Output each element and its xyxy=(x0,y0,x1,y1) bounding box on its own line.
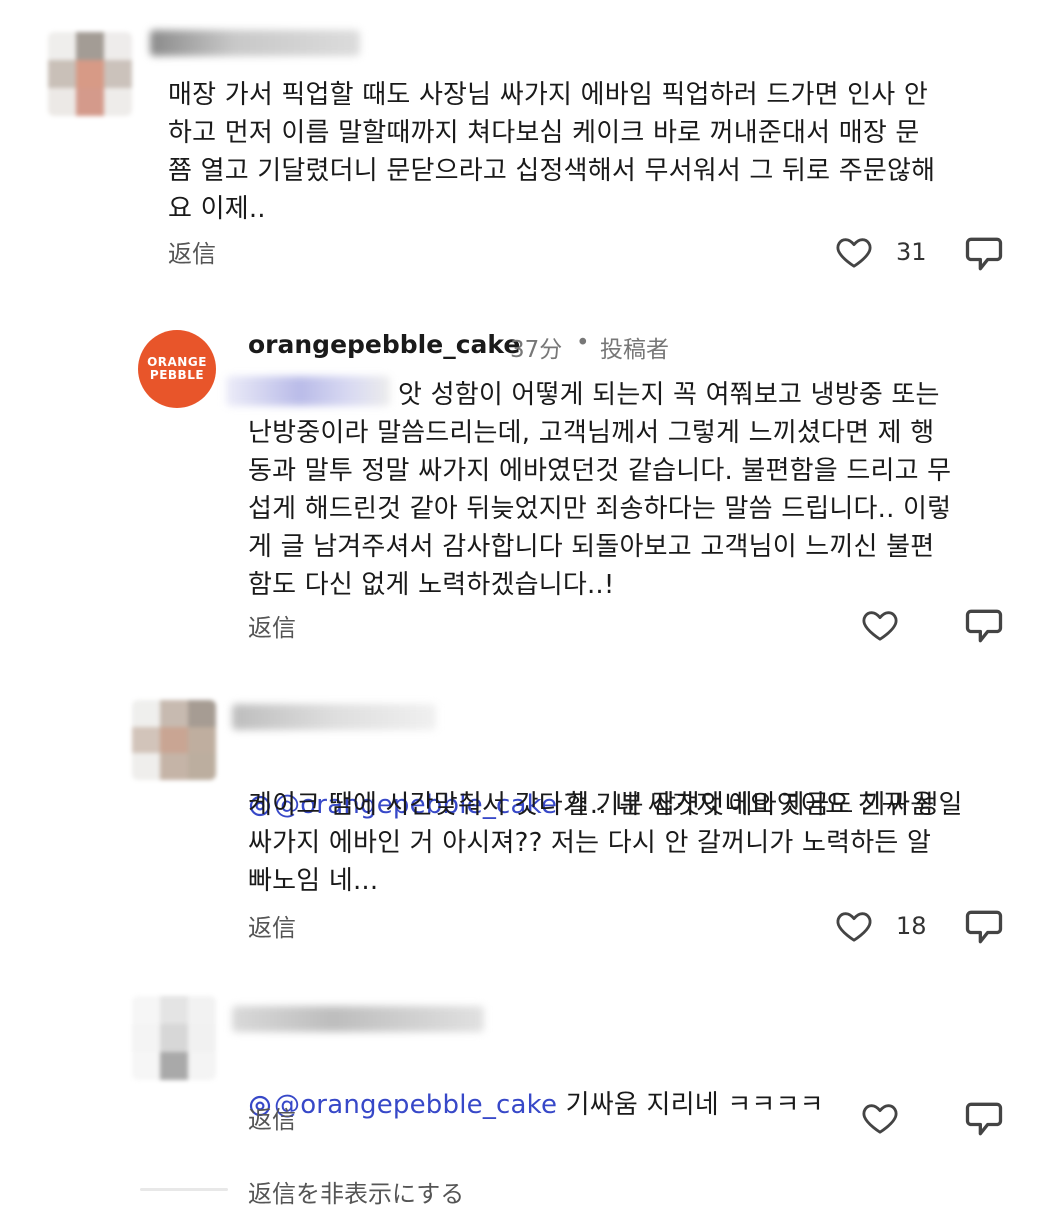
comment-body: 매장 가서 픽업할 때도 사장님 싸가지 에바임 픽업하러 드가면 인사 안 하… xyxy=(168,80,936,224)
like-button[interactable] xyxy=(860,1098,900,1138)
shop-logo-avatar[interactable]: ORANGE PEBBLE xyxy=(138,330,216,408)
avatar[interactable] xyxy=(132,996,216,1080)
comment-body: 케이크 땜에 시간맞춰서 갓다가 기분 잡쳣엇네요 지금도 기싸움 싸가지 에바… xyxy=(248,790,935,896)
username-redacted[interactable] xyxy=(150,30,360,56)
username-redacted[interactable] xyxy=(232,704,436,730)
comment-body: @orangepebble_cake 기싸움 지리네 ㅋㅋㅋㅋ xyxy=(248,1048,1038,1124)
meta-separator: • xyxy=(576,330,590,356)
repost-button[interactable] xyxy=(962,232,1006,276)
timestamp: 37分 xyxy=(510,337,563,363)
author-username[interactable]: orangepebble_cake xyxy=(248,330,520,359)
author-badge: 投稿者 xyxy=(600,337,669,363)
heart-icon xyxy=(836,238,872,268)
avatar[interactable] xyxy=(132,700,216,780)
heart-icon xyxy=(862,1104,898,1134)
thread-connector xyxy=(140,1188,228,1191)
repost-bubble-icon xyxy=(965,609,1003,643)
repost-button[interactable] xyxy=(962,905,1006,949)
mention-link[interactable]: @orangepebble_cake xyxy=(274,1090,557,1120)
username-redacted[interactable] xyxy=(232,1006,484,1032)
like-count: 18 xyxy=(896,912,927,940)
reply-button[interactable]: 返信 xyxy=(248,908,296,943)
reply-button[interactable]: 返信 xyxy=(248,1100,296,1135)
reply-button[interactable]: 返信 xyxy=(248,608,296,643)
heart-icon xyxy=(862,611,898,641)
repost-bubble-icon xyxy=(965,910,1003,944)
comment-text: 기싸움 지리네 ㅋㅋㅋㅋ xyxy=(557,1090,824,1120)
reply-button[interactable]: 返信 xyxy=(168,234,216,269)
hide-replies-button[interactable]: 返信を非表示にする xyxy=(248,1174,464,1209)
logo-text-line2: PEBBLE xyxy=(149,368,205,382)
repost-bubble-icon xyxy=(965,237,1003,271)
like-button[interactable] xyxy=(834,906,874,946)
like-button[interactable] xyxy=(834,232,874,272)
repost-bubble-icon xyxy=(965,1102,1003,1136)
repost-button[interactable] xyxy=(962,604,1006,648)
repost-button[interactable] xyxy=(962,1097,1006,1141)
like-count: 31 xyxy=(896,238,927,266)
reply-body: 앗 성함이 어떻게 되는지 꼭 여쭤보고 냉방중 또는 난방중이라 말씀드리는데… xyxy=(248,380,952,600)
heart-icon xyxy=(836,912,872,942)
avatar[interactable] xyxy=(48,32,132,116)
like-button[interactable] xyxy=(860,605,900,645)
